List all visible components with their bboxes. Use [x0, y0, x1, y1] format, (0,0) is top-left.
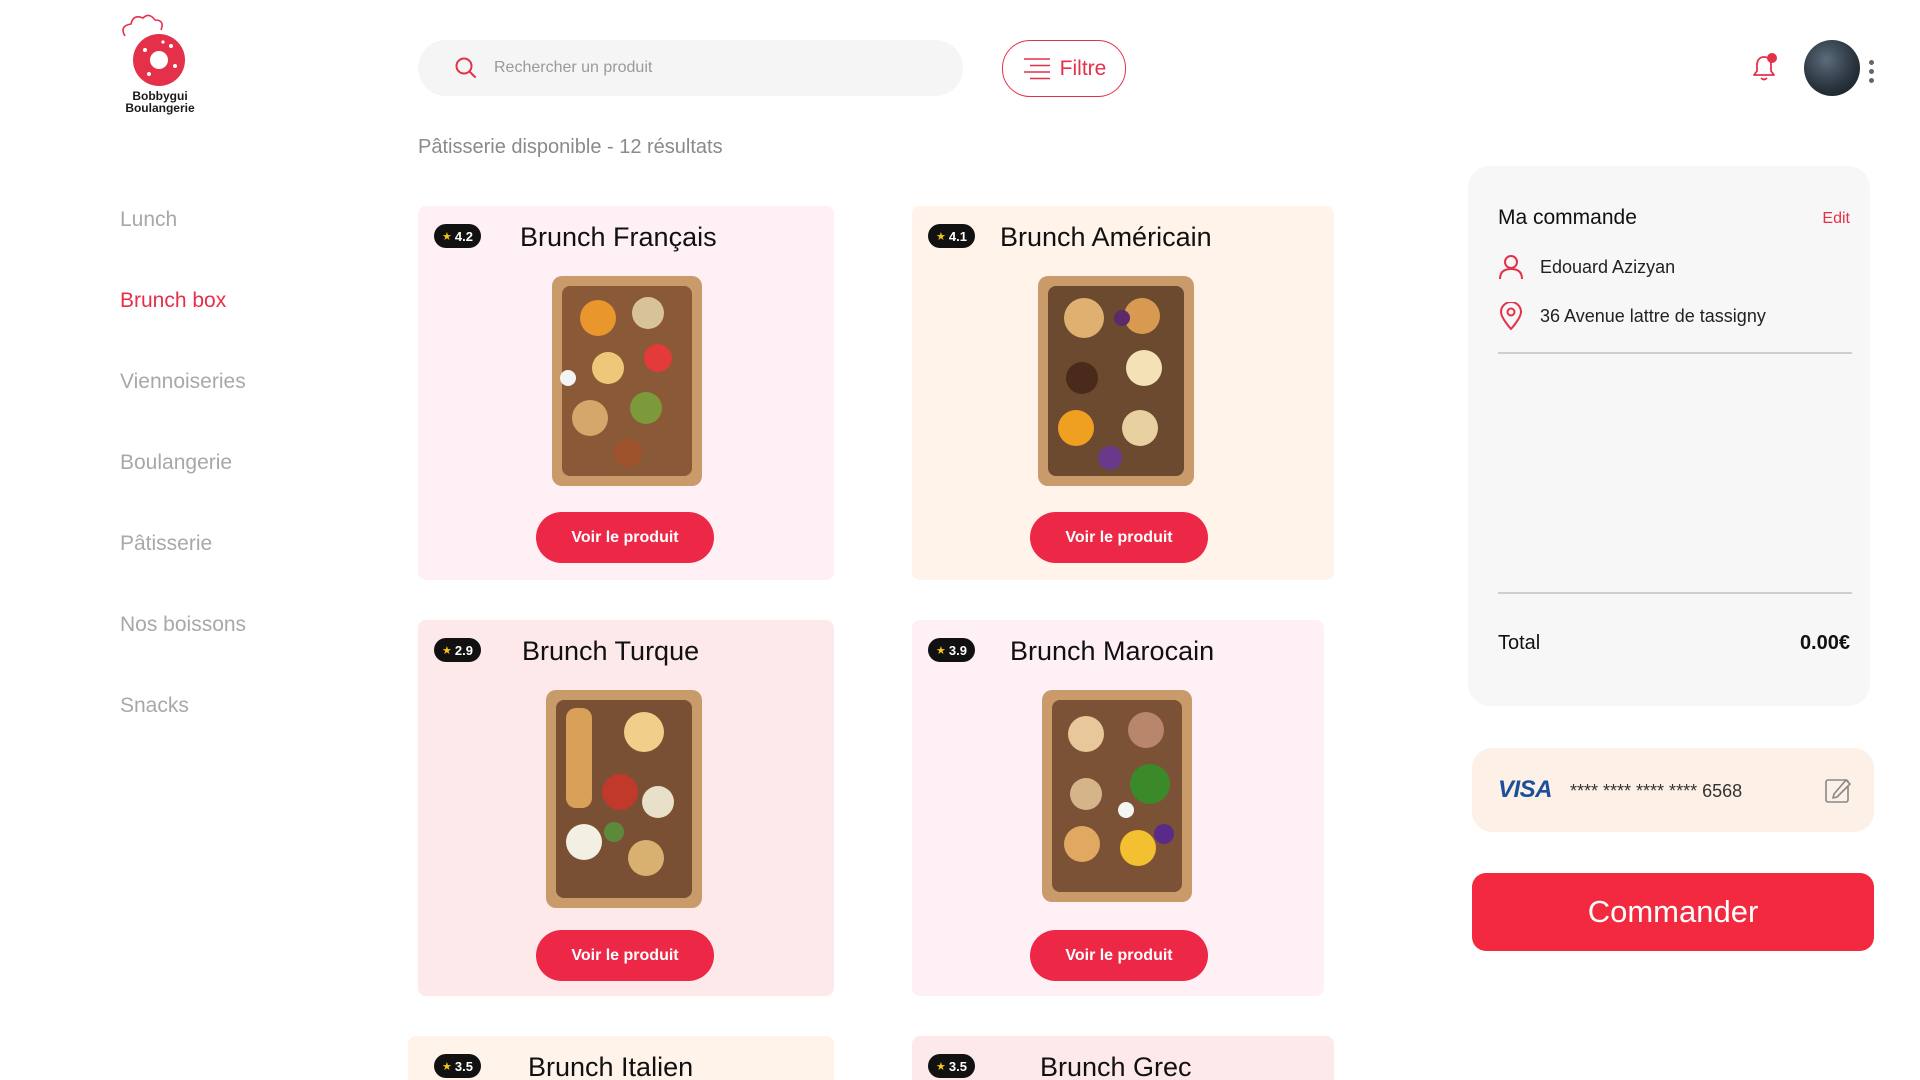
product-card-brunch-americain[interactable]: ★ 4.1 Brunch Américain Voir le produit	[912, 206, 1334, 580]
delivery-address: 36 Avenue lattre de tassigny	[1540, 305, 1766, 326]
sidebar-item-boulangerie[interactable]: Boulangerie	[120, 451, 232, 475]
rating-badge: ★ 2.9	[434, 638, 481, 662]
product-title: Brunch Français	[520, 222, 717, 252]
view-product-button[interactable]: Voir le produit	[1030, 512, 1208, 563]
brunch-box-image	[1042, 690, 1192, 902]
star-icon: ★	[442, 644, 452, 657]
sidebar-item-lunch[interactable]: Lunch	[120, 208, 177, 232]
brand-logo[interactable]: Bobbygui Boulangerie	[115, 14, 205, 119]
product-title: Brunch Grec	[1040, 1052, 1192, 1080]
rating-badge: ★ 4.1	[928, 224, 975, 248]
search-bar	[418, 40, 963, 96]
total-label: Total	[1498, 632, 1541, 654]
filter-lines-icon	[1023, 57, 1050, 79]
search-input[interactable]	[494, 40, 934, 96]
avatar[interactable]	[1804, 40, 1860, 96]
divider	[1498, 592, 1852, 594]
search-icon[interactable]	[454, 56, 478, 80]
filter-label: Filtre	[1059, 56, 1107, 80]
sidebar-item-brunch-box[interactable]: Brunch box	[120, 289, 226, 313]
masked-card-number: **** **** **** **** 6568	[1570, 781, 1743, 801]
visa-logo: VISA	[1498, 776, 1553, 803]
donut-logo-icon	[122, 14, 185, 86]
product-card-brunch-grec[interactable]: ★ 3.5 Brunch Grec	[912, 1036, 1334, 1080]
product-title: Brunch Marocain	[1010, 636, 1215, 666]
product-card-brunch-francais[interactable]: ★ 4.2 Brunch Français Voir le produit	[418, 206, 834, 580]
view-product-button[interactable]: Voir le produit	[1030, 930, 1208, 981]
product-title: Brunch Italien	[528, 1052, 694, 1080]
rating-badge: ★ 3.9	[928, 638, 975, 662]
location-pin-icon	[1499, 302, 1523, 330]
star-icon: ★	[442, 230, 452, 243]
product-title: Brunch Américain	[1000, 222, 1212, 252]
brunch-box-image	[552, 276, 702, 486]
star-icon: ★	[936, 230, 946, 243]
customer-name: Edouard Azizyan	[1540, 256, 1676, 277]
star-icon: ★	[936, 644, 946, 657]
customer-row: Edouard Azizyan	[1498, 254, 1675, 280]
sidebar-item-patisserie[interactable]: Pâtisserie	[120, 532, 212, 556]
rating-badge: ★ 3.5	[434, 1054, 481, 1078]
filter-button[interactable]: Filtre	[1002, 40, 1126, 97]
product-title: Brunch Turque	[522, 636, 700, 666]
results-count: Pâtisserie disponible - 12 résultats	[418, 136, 723, 158]
sidebar-item-nos-boissons[interactable]: Nos boissons	[120, 613, 246, 637]
order-edit-link[interactable]: Edit	[1822, 210, 1850, 228]
product-card-brunch-turque[interactable]: ★ 2.9 Brunch Turque Voir le produit	[418, 620, 834, 996]
edit-pencil-icon[interactable]	[1824, 776, 1852, 804]
view-product-button[interactable]: Voir le produit	[536, 930, 714, 981]
commander-button[interactable]: Commander	[1472, 873, 1874, 951]
rating-badge: ★ 3.5	[928, 1054, 975, 1078]
sidebar-item-snacks[interactable]: Snacks	[120, 694, 189, 718]
payment-method[interactable]: VISA **** **** **** **** 6568	[1472, 748, 1874, 832]
star-icon: ★	[442, 1060, 452, 1073]
product-card-brunch-marocain[interactable]: ★ 3.9 Brunch Marocain Voir le produit	[912, 620, 1324, 996]
total-value: 0.00€	[1799, 632, 1850, 654]
divider	[1498, 352, 1852, 354]
brand-name-line2: Boulangerie	[125, 101, 195, 115]
brunch-box-image	[546, 690, 702, 908]
address-row: 36 Avenue lattre de tassigny	[1498, 302, 1766, 330]
view-product-button[interactable]: Voir le produit	[536, 512, 714, 563]
kebab-menu-icon[interactable]	[1869, 60, 1875, 87]
order-panel: Ma commande Edit Edouard Azizyan 36 Aven…	[1468, 166, 1870, 706]
rating-badge: ★ 4.2	[434, 224, 481, 248]
order-title: Ma commande	[1498, 206, 1637, 229]
sidebar-item-viennoiseries[interactable]: Viennoiseries	[120, 370, 246, 394]
brunch-box-image	[1038, 276, 1194, 486]
product-card-brunch-italien[interactable]: ★ 3.5 Brunch Italien	[408, 1036, 834, 1080]
user-icon	[1499, 255, 1523, 280]
notification-dot	[1767, 53, 1777, 63]
star-icon: ★	[936, 1060, 946, 1073]
